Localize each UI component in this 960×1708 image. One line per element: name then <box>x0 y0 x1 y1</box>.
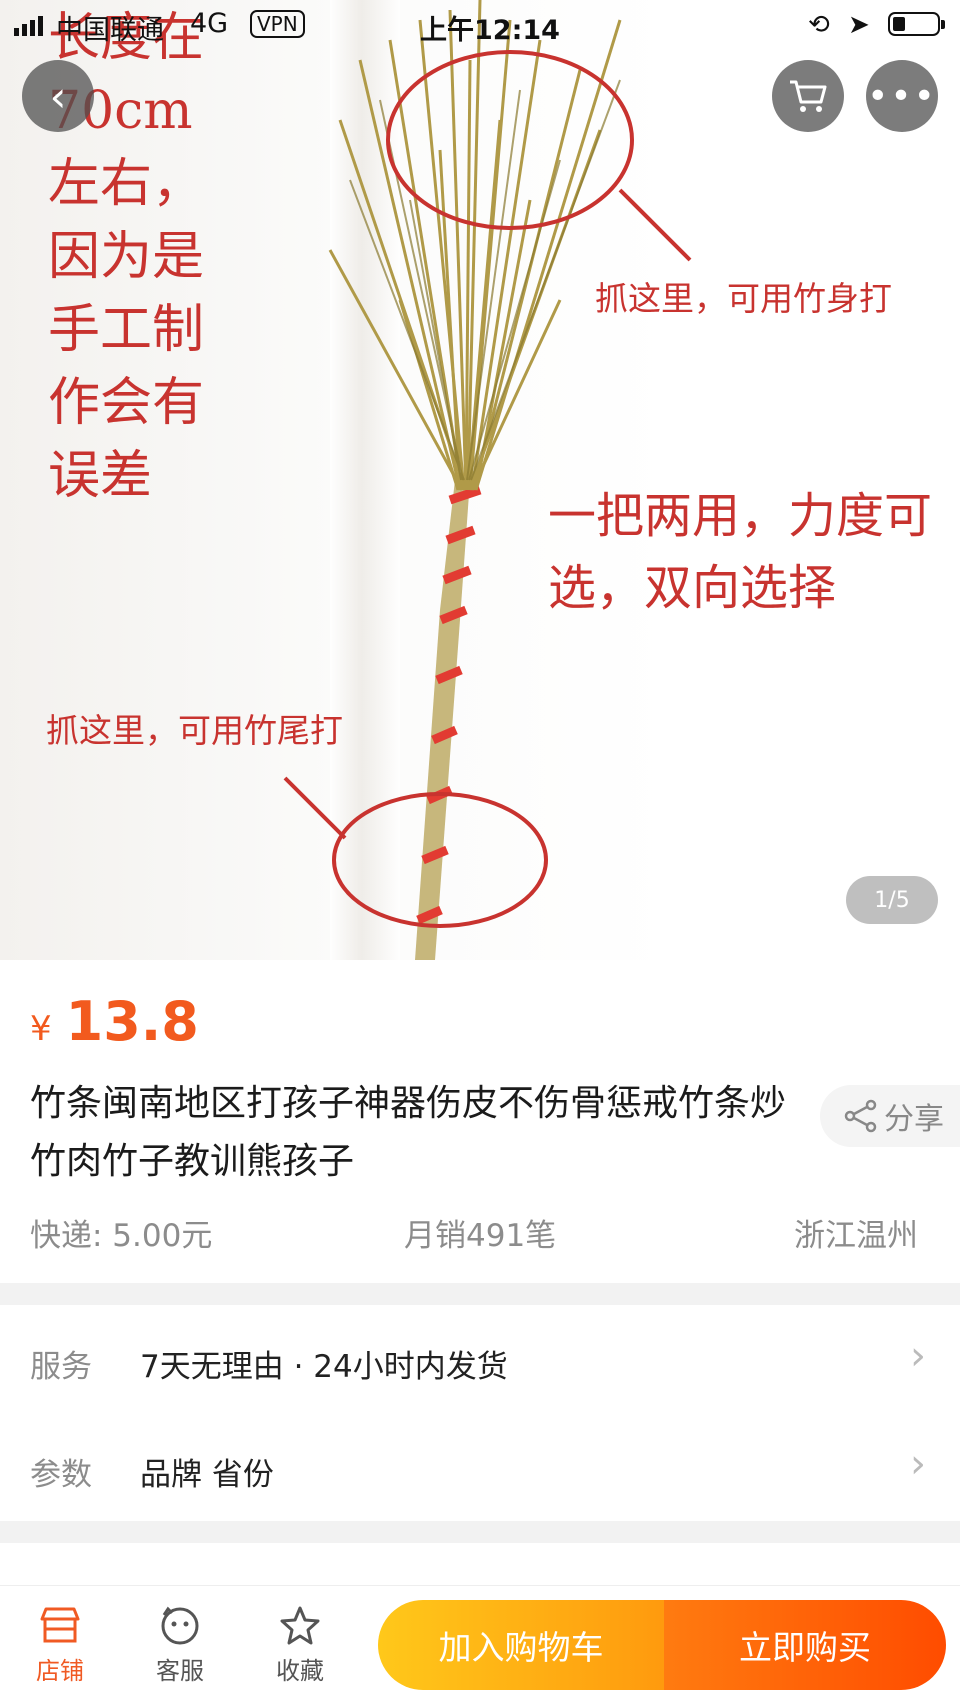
star-icon <box>280 1606 320 1645</box>
section-divider <box>0 1283 960 1305</box>
add-to-cart-button[interactable]: 加入购物车 <box>378 1600 664 1690</box>
currency-symbol: ¥ <box>30 1009 52 1049</box>
more-button[interactable]: ••• <box>866 60 938 132</box>
grip-body-annotation: 抓这里，可用竹身打 <box>595 279 892 318</box>
params-label: 参数 <box>30 1457 92 1493</box>
buy-now-button[interactable]: 立即购买 <box>664 1600 946 1690</box>
service-face-icon <box>161 1606 199 1645</box>
price: ¥13.8 <box>30 990 199 1053</box>
shipping-fee: 快递: 5.00元 <box>30 1218 213 1254</box>
section-divider <box>0 1521 960 1543</box>
service-label: 客服 <box>156 1657 204 1685</box>
service-row[interactable]: 服务 7天无理由 · 24小时内发货 › <box>0 1305 960 1413</box>
grip-tail-annotation: 抓这里，可用竹尾打 <box>46 711 343 750</box>
cart-button[interactable] <box>772 60 844 132</box>
shop-label: 店铺 <box>36 1657 84 1685</box>
monthly-sales: 月销491笔 <box>404 1218 557 1254</box>
service-label: 服务 <box>30 1349 92 1385</box>
chevron-right-icon: › <box>910 1333 926 1379</box>
ellipsis-icon: ••• <box>867 75 937 117</box>
signal-icon <box>14 16 43 36</box>
vpn-badge: VPN <box>250 10 305 38</box>
product-title: 竹条闽南地区打孩子神器伤皮不伤骨惩戒竹条炒竹肉竹子教训熊孩子 <box>30 1083 787 1182</box>
rotation-lock-icon: ⟲ <box>808 10 830 40</box>
network-label: 4G <box>190 8 229 39</box>
service-value: 7天无理由 · 24小时内发货 <box>140 1349 508 1385</box>
status-bar: 中国联通 4G VPN 上午12:14 ⟲ ➤ <box>0 0 960 52</box>
favorite-tab[interactable]: 收藏 <box>250 1605 350 1686</box>
customer-service-tab[interactable]: 客服 <box>130 1605 230 1686</box>
favorite-label: 收藏 <box>276 1657 324 1685</box>
share-label: 分享 <box>884 1102 944 1137</box>
chevron-right-icon: › <box>910 1441 926 1487</box>
params-row[interactable]: 参数 品牌 省份 › <box>0 1413 960 1521</box>
location-icon: ➤ <box>848 10 870 40</box>
cart-icon <box>790 80 827 112</box>
dual-use-annotation: 一把两用，力度可选，双向选择 <box>548 488 933 616</box>
back-button[interactable]: ‹ <box>22 60 94 132</box>
ship-location: 浙江温州 <box>794 1218 918 1254</box>
product-image[interactable]: 长度在70cm左右，因为是手工制作会有误差 抓这里，可用竹身打 一把两用，力度可… <box>0 0 960 960</box>
image-pager: 1/5 <box>846 876 938 924</box>
share-icon <box>844 1099 877 1133</box>
share-button[interactable]: 分享 <box>820 1085 960 1147</box>
carrier-label: 中国联通 <box>56 15 164 46</box>
shop-tab[interactable]: 店铺 <box>10 1605 110 1686</box>
price-value: 13.8 <box>65 990 199 1053</box>
params-value: 品牌 省份 <box>140 1457 274 1493</box>
clock: 上午12:14 <box>420 15 560 46</box>
shop-icon <box>40 1607 80 1643</box>
battery-icon <box>888 12 945 36</box>
chevron-left-icon: ‹ <box>49 71 67 121</box>
